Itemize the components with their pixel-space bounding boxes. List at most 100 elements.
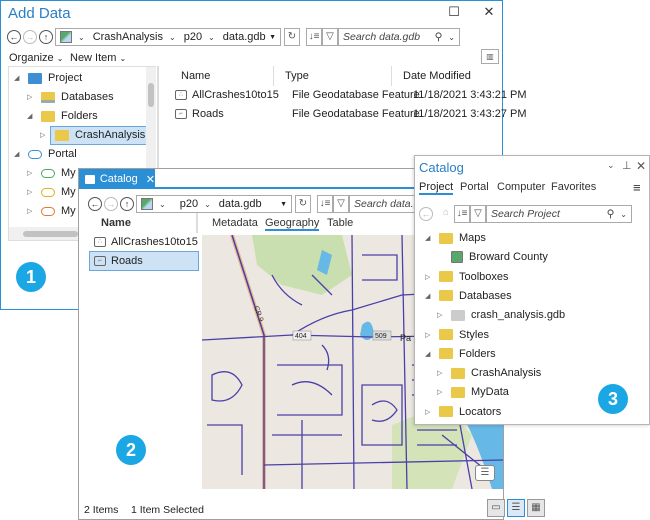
column-header-date[interactable]: Date Modified xyxy=(403,70,471,82)
refresh-button[interactable]: ↻ xyxy=(284,28,300,46)
tab-computer[interactable]: Computer xyxy=(497,181,545,193)
path-box[interactable]: ⌄ p20 ⌄ data.gdb ▼ xyxy=(136,195,292,213)
tree-item-broward-county[interactable]: Broward County xyxy=(437,248,548,266)
map-legend-icon[interactable]: ☰ xyxy=(475,465,495,481)
tree-item-project[interactable]: ◢ Project xyxy=(14,69,82,87)
collapsed-arrow-icon[interactable]: ▷ xyxy=(27,93,37,101)
tree-item-databases[interactable]: ◢ Databases xyxy=(425,287,512,305)
filter-button[interactable]: ▽ xyxy=(470,205,486,223)
pane-splitter[interactable] xyxy=(196,213,198,233)
collapsed-arrow-icon[interactable]: ▷ xyxy=(27,188,37,196)
details-panel-button[interactable]: ▭ xyxy=(487,499,505,517)
sort-button[interactable]: ↓≡ xyxy=(454,205,470,223)
list-view-button[interactable]: ☰ xyxy=(507,499,525,517)
scrollbar-thumb[interactable] xyxy=(23,231,78,237)
list-item[interactable]: ∴ AllCrashes10to15 xyxy=(94,236,198,248)
chevron-down-icon[interactable]: ⌄ xyxy=(159,200,166,209)
close-button[interactable]: ✕ xyxy=(479,4,499,22)
home-button[interactable]: ⌂ xyxy=(438,205,454,223)
expanded-arrow-icon[interactable]: ◢ xyxy=(27,112,37,120)
column-header-type[interactable]: Type xyxy=(285,70,309,82)
tiles-view-button[interactable]: ▦ xyxy=(527,499,545,517)
expanded-arrow-icon[interactable]: ◢ xyxy=(14,74,24,82)
tree-item-mydata[interactable]: ▷ MyData xyxy=(437,383,509,401)
tab-portal[interactable]: Portal xyxy=(460,181,489,193)
tree-item-toolboxes[interactable]: ▷ Toolboxes xyxy=(425,268,509,286)
collapsed-arrow-icon[interactable]: ▷ xyxy=(437,311,447,319)
list-item-selected[interactable]: ⌐ Roads xyxy=(89,251,199,271)
sort-button[interactable]: ↓≡ xyxy=(317,195,333,213)
dropdown-arrow-icon[interactable]: ▼ xyxy=(269,34,276,41)
close-tab-icon[interactable]: ✕ xyxy=(146,173,155,186)
tree-item-locators[interactable]: ▷ Locators xyxy=(425,403,501,421)
chevron-down-icon[interactable]: ⌄ xyxy=(208,33,215,42)
back-button[interactable]: ← xyxy=(88,197,102,211)
collapsed-arrow-icon[interactable]: ▷ xyxy=(27,207,37,215)
tree-item-crash-analysis-gdb[interactable]: ▷ crash_analysis.gdb xyxy=(437,306,565,324)
filter-button[interactable]: ▽ xyxy=(333,195,349,213)
chevron-down-icon[interactable]: ⌄ xyxy=(448,33,455,42)
organize-menu[interactable]: Organize ⌄ xyxy=(9,52,63,64)
collapsed-arrow-icon[interactable]: ▷ xyxy=(27,169,37,177)
up-button[interactable]: ↑ xyxy=(39,30,53,44)
tree-item-styles[interactable]: ▷ Styles xyxy=(425,326,489,344)
tree-item-crashanalysis[interactable]: ▷ CrashAnalysis xyxy=(40,125,155,145)
tree-item-portal[interactable]: ◢ Portal xyxy=(14,145,77,163)
chevron-down-icon[interactable]: ⌄ xyxy=(78,33,85,42)
hamburger-menu-icon[interactable]: ≡ xyxy=(633,180,641,195)
tab-geography[interactable]: Geography xyxy=(265,217,320,231)
back-button[interactable]: ← xyxy=(419,207,433,221)
expanded-arrow-icon[interactable]: ◢ xyxy=(425,234,435,242)
chevron-down-icon[interactable]: ⌄ xyxy=(620,210,627,219)
path-segment[interactable]: p20 xyxy=(180,198,198,210)
collapsed-arrow-icon[interactable]: ▷ xyxy=(437,388,447,396)
sort-button[interactable]: ↓≡ xyxy=(306,28,322,46)
scrollbar-thumb[interactable] xyxy=(148,83,154,107)
refresh-button[interactable]: ↻ xyxy=(295,195,311,213)
tree-item-folders[interactable]: ◢ Folders xyxy=(27,107,98,125)
expanded-arrow-icon[interactable]: ◢ xyxy=(425,350,435,358)
catalog-view-tab[interactable]: Catalog ✕ xyxy=(79,169,155,189)
expanded-arrow-icon[interactable]: ◢ xyxy=(425,292,435,300)
path-box[interactable]: ⌄ CrashAnalysis ⌄ p20 ⌄ data.gdb ▼ xyxy=(55,28,281,46)
tree-item-folders[interactable]: ◢ Folders xyxy=(425,345,496,363)
column-header-name[interactable]: Name xyxy=(181,70,210,82)
tab-table[interactable]: Table xyxy=(327,217,353,229)
search-input[interactable]: Search Project ⚲ ⌄ xyxy=(486,205,632,223)
pin-icon[interactable]: ⊥ xyxy=(622,159,632,172)
tab-metadata[interactable]: Metadata xyxy=(212,217,258,229)
path-segment[interactable]: data.gdb xyxy=(219,198,262,210)
table-row[interactable]: ∴ AllCrashes10to15 File Geodatabase Feat… xyxy=(175,89,527,101)
tree-item-my-favorites[interactable]: ▷ My F xyxy=(27,183,85,201)
tree-item-databases[interactable]: ▷ Databases xyxy=(27,88,114,106)
close-pane-icon[interactable]: ✕ xyxy=(636,159,646,173)
search-icon[interactable]: ⚲ xyxy=(607,208,615,220)
filter-button[interactable]: ▽ xyxy=(322,28,338,46)
chevron-down-icon[interactable]: ⌄ xyxy=(204,200,211,209)
search-input[interactable]: Search data.gdb ⚲ ⌄ xyxy=(338,28,460,46)
path-segment[interactable]: p20 xyxy=(184,31,202,43)
collapsed-arrow-icon[interactable]: ▷ xyxy=(437,369,447,377)
table-row[interactable]: ⌐ Roads File Geodatabase Feature 11/18/2… xyxy=(175,108,527,120)
pane-options-icon[interactable]: ⌄ xyxy=(607,160,615,171)
up-button[interactable]: ↑ xyxy=(120,197,134,211)
search-icon[interactable]: ⚲ xyxy=(435,31,443,43)
forward-button[interactable]: → xyxy=(23,30,37,44)
tab-favorites[interactable]: Favorites xyxy=(551,181,596,193)
tab-project[interactable]: Project xyxy=(419,181,454,195)
tree-item-crashanalysis[interactable]: ▷ CrashAnalysis xyxy=(437,364,541,382)
name-column-header[interactable]: Name xyxy=(101,217,131,229)
collapsed-arrow-icon[interactable]: ▷ xyxy=(425,408,435,416)
collapsed-arrow-icon[interactable]: ▷ xyxy=(425,331,435,339)
path-segment[interactable]: CrashAnalysis xyxy=(93,31,163,43)
path-segment[interactable]: data.gdb xyxy=(223,31,266,43)
collapsed-arrow-icon[interactable]: ▷ xyxy=(40,131,50,139)
chevron-down-icon[interactable]: ⌄ xyxy=(169,33,176,42)
new-item-menu[interactable]: New Item ⌄ xyxy=(70,52,126,64)
collapsed-arrow-icon[interactable]: ▷ xyxy=(425,273,435,281)
tree-item-maps[interactable]: ◢ Maps xyxy=(425,229,486,247)
details-pane-toggle[interactable]: ▥ xyxy=(481,49,499,64)
back-button[interactable]: ← xyxy=(7,30,21,44)
expanded-arrow-icon[interactable]: ◢ xyxy=(14,150,24,158)
dropdown-arrow-icon[interactable]: ▼ xyxy=(280,201,287,208)
